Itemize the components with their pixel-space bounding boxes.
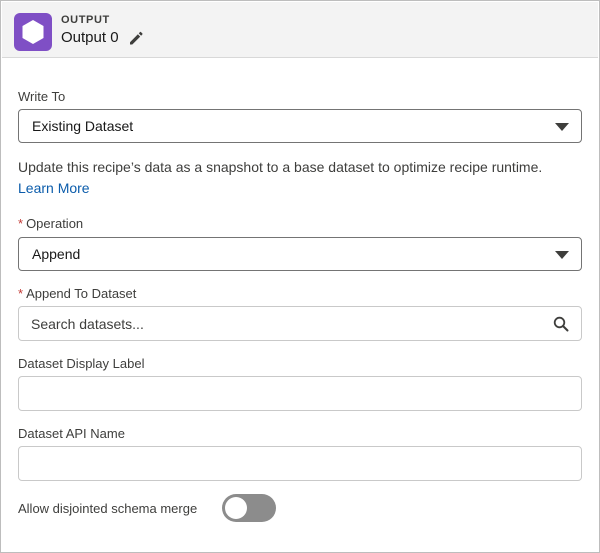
display-label-label: Dataset Display Label: [18, 356, 145, 371]
search-icon[interactable]: [553, 316, 569, 332]
toggle-knob: [225, 497, 247, 519]
panel-header: OUTPUT Output 0: [2, 2, 598, 58]
schema-merge-label: Allow disjointed schema merge: [18, 501, 198, 516]
required-marker: *: [18, 286, 24, 301]
output-node-panel: OUTPUT Output 0 Write To Existing Datase…: [0, 0, 600, 553]
required-marker: *: [18, 216, 24, 231]
operation-value: Append: [32, 246, 81, 262]
schema-merge-toggle[interactable]: [222, 494, 276, 522]
write-to-select[interactable]: Existing Dataset: [18, 109, 582, 143]
learn-more-link[interactable]: Learn More: [18, 180, 90, 196]
dataset-search-input[interactable]: [18, 306, 582, 341]
api-name-label: Dataset API Name: [18, 426, 125, 441]
operation-label-text: Operation: [26, 216, 84, 231]
append-to-dataset-label-text: Append To Dataset: [26, 286, 137, 301]
help-description: Update this recipe’s data as a snapshot …: [18, 159, 543, 175]
display-label-input[interactable]: [18, 376, 582, 411]
api-name-input[interactable]: [18, 446, 582, 481]
node-type-label: OUTPUT: [61, 14, 110, 26]
append-to-dataset-label: * Append To Dataset: [18, 286, 136, 302]
pencil-icon[interactable]: [127, 29, 145, 47]
help-text: Update this recipe’s data as a snapshot …: [18, 157, 578, 199]
operation-select[interactable]: Append: [18, 237, 582, 271]
hexagon-icon: [14, 13, 52, 51]
chevron-down-icon: [555, 251, 569, 259]
node-title: Output 0: [61, 29, 119, 46]
write-to-label: Write To: [18, 89, 66, 104]
operation-label: * Operation: [18, 216, 83, 232]
write-to-value: Existing Dataset: [32, 118, 134, 134]
chevron-down-icon: [555, 123, 569, 131]
